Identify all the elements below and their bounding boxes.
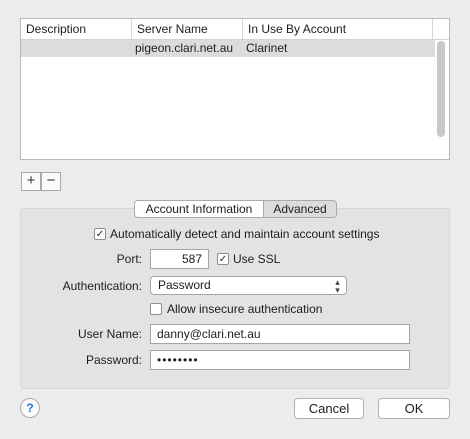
select-arrows-icon: ▴ ▾ — [335, 277, 340, 295]
port-label: Port: — [116, 252, 142, 266]
add-server-button[interactable]: + — [21, 172, 41, 191]
authentication-value: Password — [158, 278, 211, 292]
ok-button[interactable]: OK — [378, 398, 450, 419]
vertical-scrollbar[interactable] — [437, 41, 445, 137]
cancel-button[interactable]: Cancel — [294, 398, 364, 419]
tab-bar: Account Information Advanced — [134, 200, 337, 218]
help-icon[interactable]: ? — [20, 398, 40, 418]
cell-in-use-by: Clarinet — [246, 41, 288, 55]
auto-detect-checkbox[interactable]: ✓ — [94, 228, 106, 240]
username-label: User Name: — [77, 327, 142, 341]
remove-server-button[interactable]: − — [41, 172, 61, 191]
tab-account-information[interactable]: Account Information — [135, 201, 264, 217]
servers-table: Description Server Name In Use By Accoun… — [20, 18, 450, 160]
column-header-in-use-by[interactable]: In Use By Account — [242, 19, 438, 39]
tab-advanced[interactable]: Advanced — [264, 201, 336, 217]
column-header-server-name[interactable]: Server Name — [131, 19, 247, 39]
auto-detect-label: Automatically detect and maintain accoun… — [110, 227, 380, 241]
table-row[interactable]: pigeon.clari.net.au Clarinet — [21, 40, 435, 57]
username-field[interactable]: danny@clari.net.au — [150, 324, 410, 344]
column-header-spacer — [432, 19, 455, 39]
cell-server-name: pigeon.clari.net.au — [135, 41, 234, 55]
cell-description — [26, 40, 126, 57]
password-label: Password: — [85, 353, 142, 367]
authentication-label: Authentication: — [62, 279, 142, 293]
column-header-description[interactable]: Description — [21, 19, 136, 39]
password-field[interactable]: •••••••• — [150, 350, 410, 370]
allow-insecure-checkbox[interactable] — [150, 303, 162, 315]
port-field[interactable]: 587 — [150, 249, 209, 269]
use-ssl-label: Use SSL — [233, 252, 281, 266]
use-ssl-checkbox[interactable]: ✓ — [217, 253, 229, 265]
authentication-select[interactable]: Password ▴ ▾ — [150, 276, 347, 295]
allow-insecure-label: Allow insecure authentication — [167, 302, 323, 316]
table-header: Description Server Name In Use By Accoun… — [21, 19, 449, 40]
